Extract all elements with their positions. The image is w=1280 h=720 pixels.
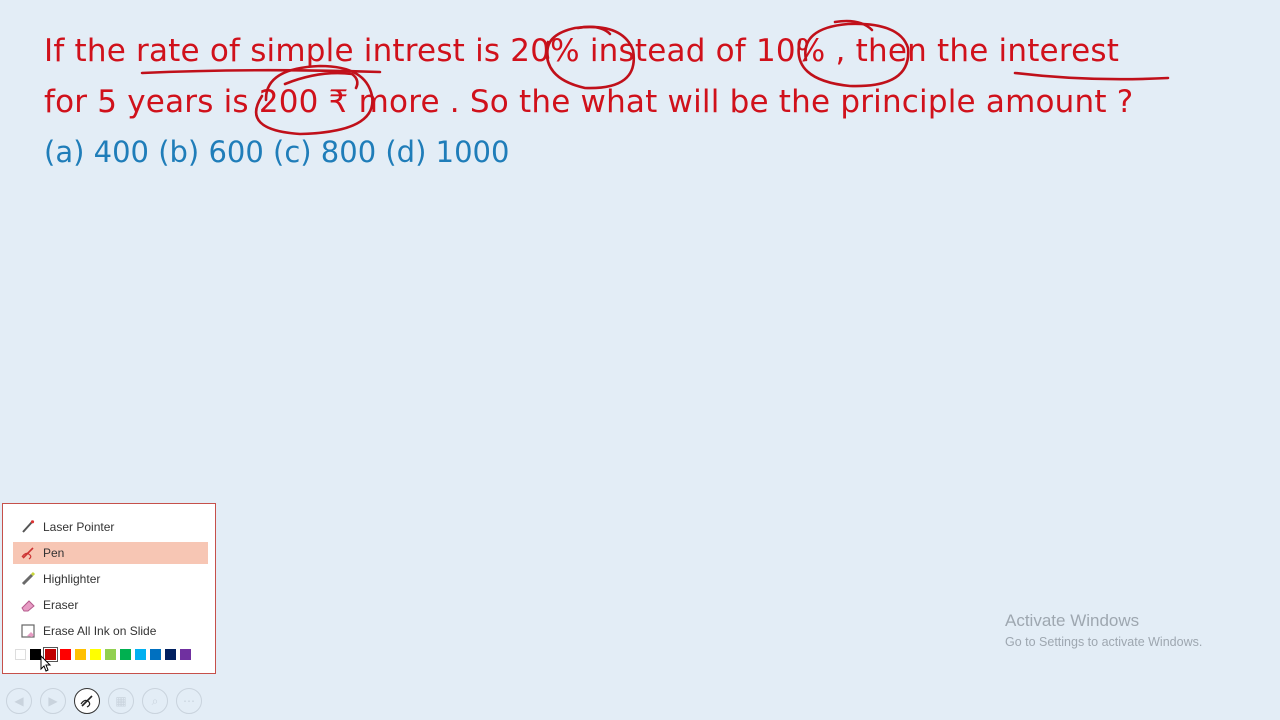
pen-options-menu: Laser Pointer Pen Highlighter Eraser Era… [2,503,216,674]
color-swatch[interactable] [150,649,161,660]
pen-icon [13,545,43,561]
watermark-title: Activate Windows [1005,611,1140,630]
see-all-slides-icon[interactable]: ▦ [108,688,134,714]
mouse-cursor-icon [40,654,52,677]
zoom-icon[interactable]: ⌕ [142,688,168,714]
watermark-subtitle: Go to Settings to activate Windows. [1005,635,1203,649]
answer-options: (a) 400 (b) 600 (c) 800 (d) 1000 [44,135,510,169]
next-icon[interactable]: ▶ [40,688,66,714]
previous-icon[interactable]: ◀ [6,688,32,714]
color-swatch[interactable] [120,649,131,660]
ink-underline-interest [1013,71,1170,81]
color-swatch[interactable] [105,649,116,660]
color-swatch[interactable] [90,649,101,660]
menu-item-label: Laser Pointer [43,520,115,534]
more-options-icon[interactable]: ⋯ [176,688,202,714]
color-swatch[interactable] [15,649,26,660]
color-swatch[interactable] [135,649,146,660]
laser-pointer-icon [13,519,43,535]
menu-item-erase-all-ink[interactable]: Erase All Ink on Slide [13,620,208,642]
menu-item-laser-pointer[interactable]: Laser Pointer [13,516,208,538]
color-swatch[interactable] [180,649,191,660]
menu-item-label: Eraser [43,598,79,612]
question-line-1: If the rate of simple intrest is 20% ins… [44,33,1120,69]
menu-item-label: Pen [43,546,65,560]
ink-underline-rate [140,68,382,75]
ink-circle-10-tick [833,19,874,32]
menu-item-label: Erase All Ink on Slide [43,624,157,638]
color-swatch[interactable] [75,649,86,660]
menu-item-label: Highlighter [43,572,101,586]
pen-tools-icon[interactable] [74,688,100,714]
question-line-2: for 5 years is 200 ₹ more . So the what … [44,84,1134,120]
menu-item-highlighter[interactable]: Highlighter [13,568,208,590]
menu-item-pen[interactable]: Pen [13,542,208,564]
menu-item-eraser[interactable]: Eraser [13,594,208,616]
slideshow-toolbar: ◀ ▶ ▦ ⌕ ⋯ [6,688,202,716]
highlighter-icon [13,571,43,587]
activate-windows-watermark: Activate Windows Go to Settings to activ… [1005,611,1202,649]
color-swatch[interactable] [165,649,176,660]
eraser-icon [13,597,43,613]
erase-all-ink-icon [13,623,43,639]
color-swatch[interactable] [60,649,71,660]
